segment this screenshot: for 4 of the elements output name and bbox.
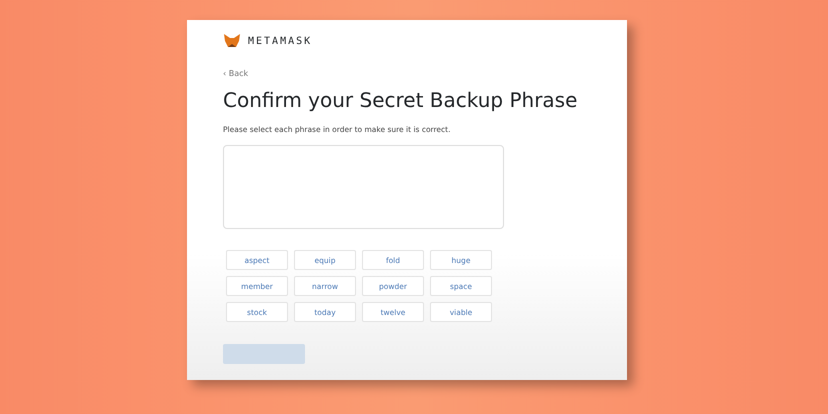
back-link[interactable]: ‹ Back xyxy=(223,68,248,80)
brand-name: METAMASK xyxy=(248,34,312,48)
fox-logo-icon xyxy=(223,34,241,48)
page-title: Confirm your Secret Backup Phrase xyxy=(223,88,578,112)
